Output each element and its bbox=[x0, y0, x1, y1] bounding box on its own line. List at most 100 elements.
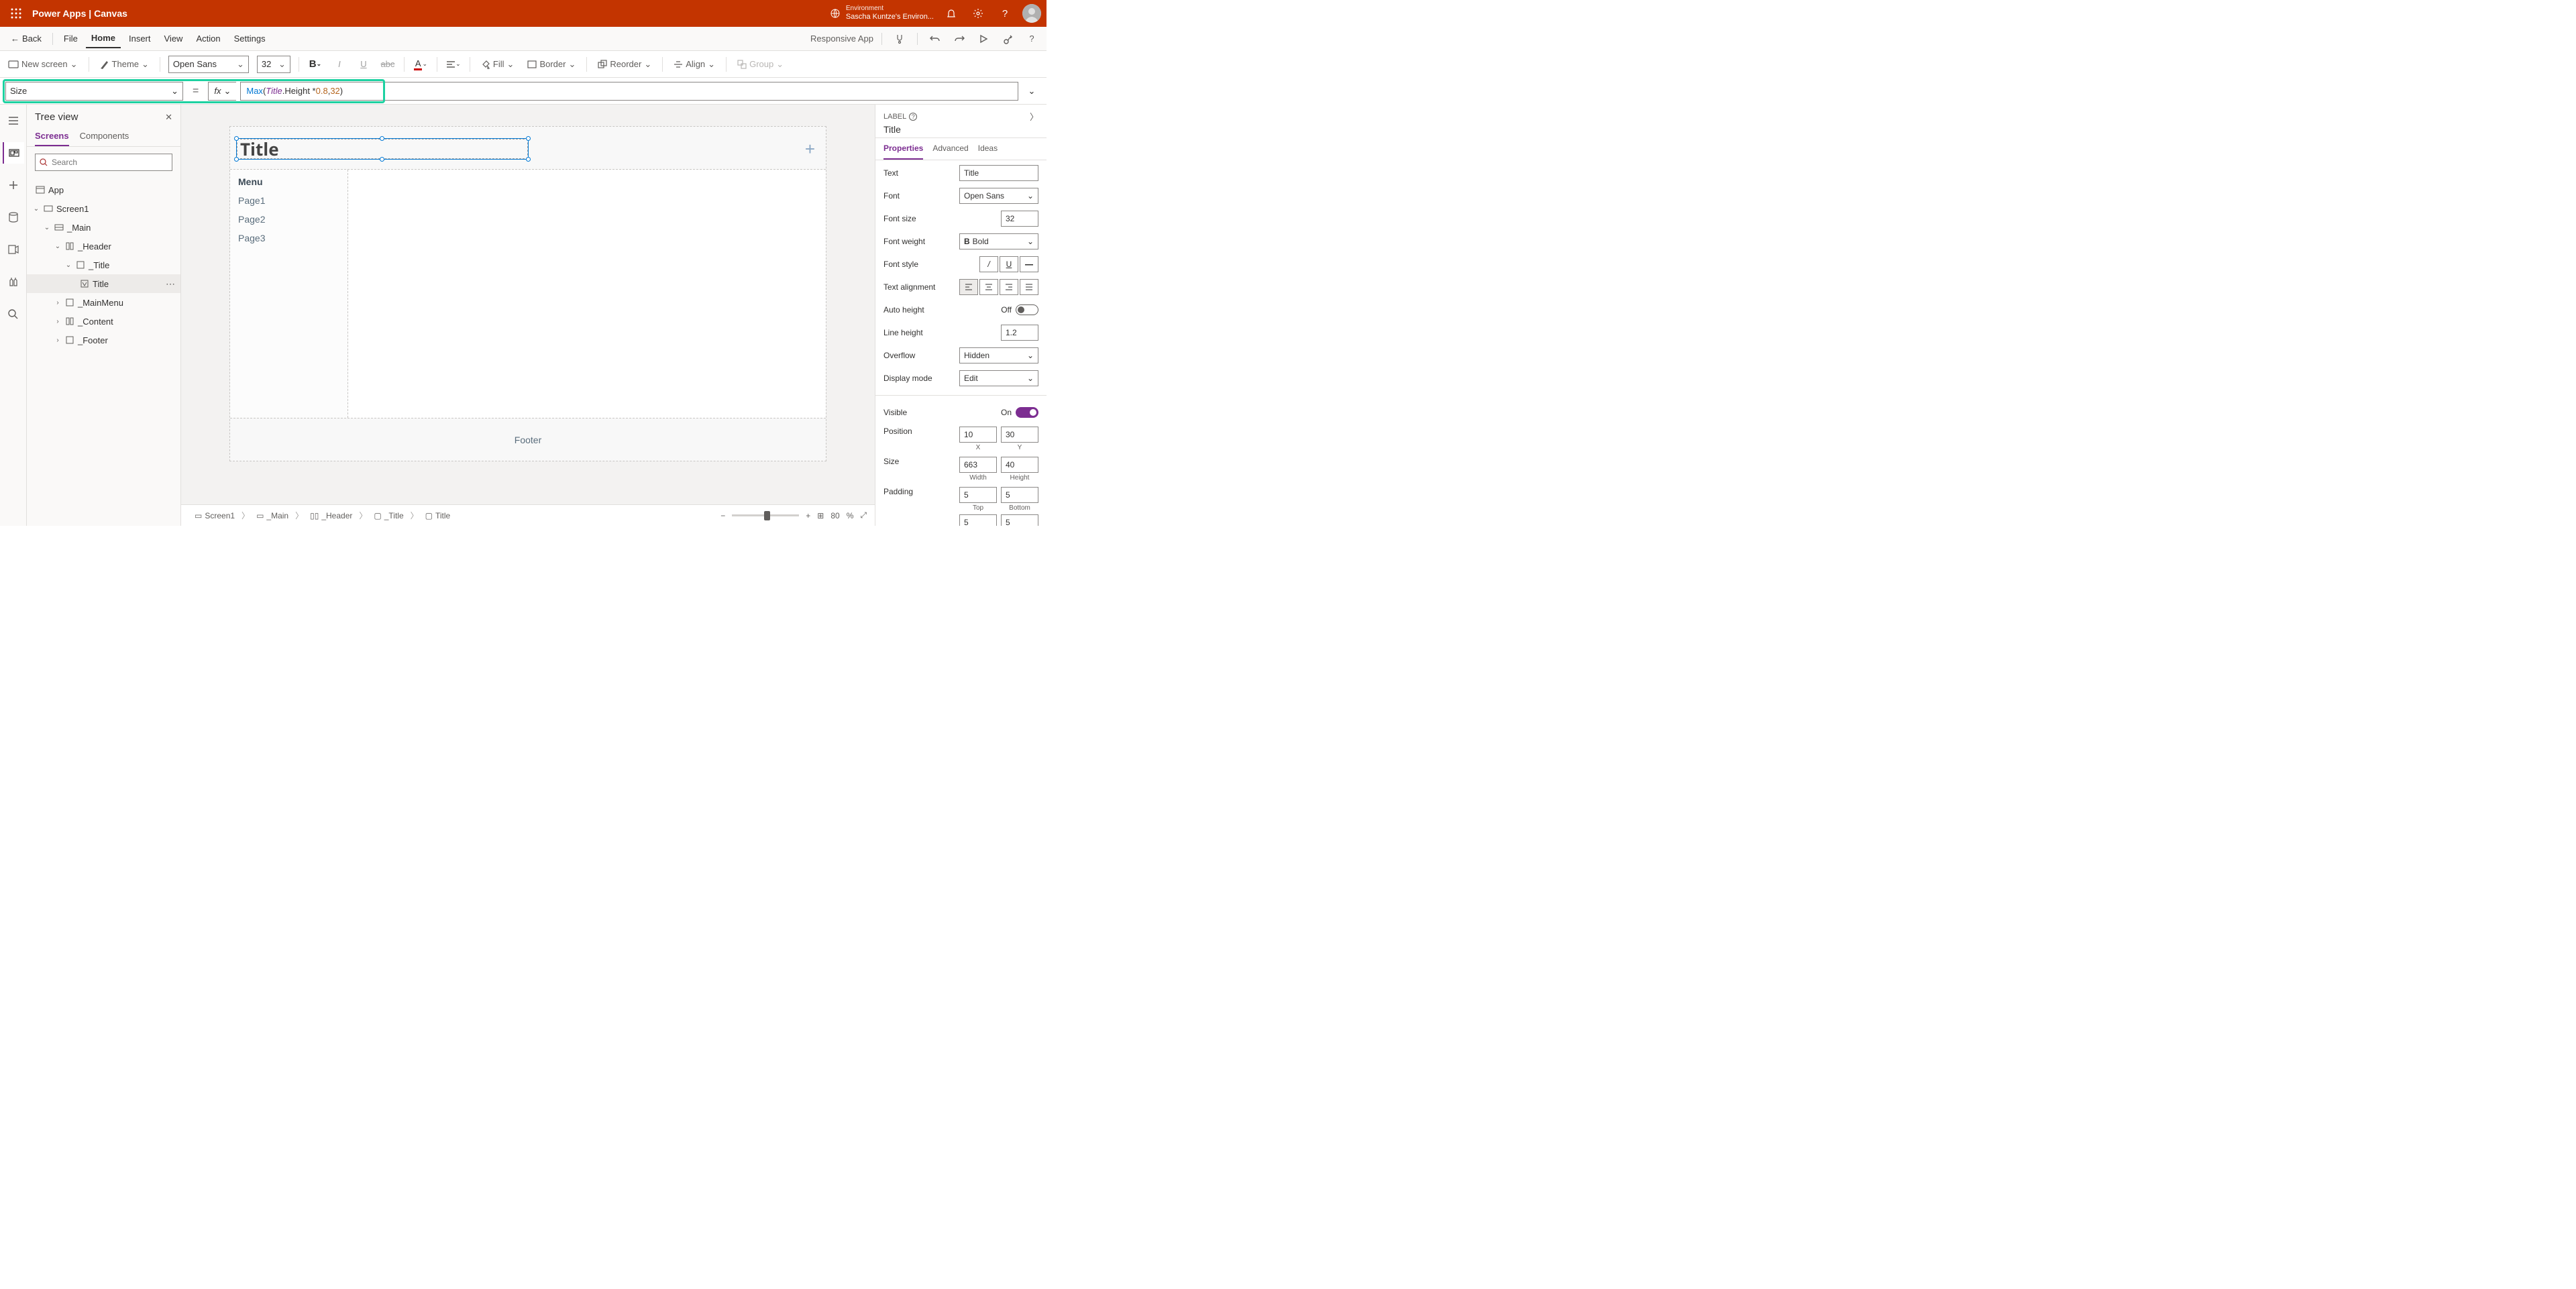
breadcrumb-item[interactable]: ▢_Title bbox=[368, 511, 409, 520]
breadcrumb-item[interactable]: ▭_Main bbox=[251, 511, 294, 520]
tree-search-input[interactable] bbox=[35, 154, 172, 171]
strike-toggle[interactable]: — bbox=[1020, 256, 1038, 272]
menu-home[interactable]: Home bbox=[86, 29, 121, 48]
menu-container[interactable]: Menu Page1 Page2 Page3 bbox=[230, 170, 348, 418]
back-button[interactable]: ← Back bbox=[5, 34, 47, 44]
border-button[interactable]: Border ⌄ bbox=[525, 56, 578, 72]
settings-icon[interactable] bbox=[969, 4, 987, 23]
size-w-input[interactable]: 663 bbox=[959, 457, 997, 473]
fit-button[interactable]: ⊞ bbox=[817, 511, 824, 520]
size-h-input[interactable]: 40 bbox=[1001, 457, 1038, 473]
media-icon[interactable] bbox=[3, 239, 24, 260]
notifications-icon[interactable] bbox=[942, 4, 961, 23]
content-container[interactable] bbox=[348, 170, 826, 418]
insert-icon[interactable] bbox=[3, 174, 24, 196]
tree-mainmenu[interactable]: › _MainMenu bbox=[27, 293, 180, 312]
pad-bottom-input[interactable]: 5 bbox=[1001, 487, 1038, 503]
autoheight-toggle[interactable] bbox=[1016, 304, 1038, 315]
menu-action[interactable]: Action bbox=[191, 30, 225, 48]
tree-content[interactable]: › _Content bbox=[27, 312, 180, 331]
align-button[interactable]: Align ⌄ bbox=[671, 56, 718, 72]
screen-preview[interactable]: Title + Menu Page1 bbox=[229, 126, 826, 461]
tree-header-item[interactable]: ⌄ _Header bbox=[27, 237, 180, 256]
align-right-button[interactable] bbox=[1000, 279, 1018, 295]
tab-screens[interactable]: Screens bbox=[35, 127, 69, 146]
help-icon[interactable]: ? bbox=[1022, 30, 1041, 48]
footer-container[interactable]: Footer bbox=[230, 418, 826, 461]
theme-button[interactable]: Theme ⌄ bbox=[97, 56, 152, 72]
reorder-button[interactable]: Reorder ⌄ bbox=[595, 56, 654, 72]
prop-displaymode-select[interactable]: Edit bbox=[959, 370, 1038, 386]
text-align-button[interactable]: ⌄ bbox=[445, 60, 462, 68]
checker-icon[interactable] bbox=[890, 30, 909, 48]
formula-input[interactable]: Max(Title.Height * 0.8, 32) bbox=[240, 82, 1018, 101]
title-label[interactable]: Title bbox=[240, 137, 279, 161]
align-center-button[interactable] bbox=[979, 279, 998, 295]
breadcrumb-item[interactable]: ▯▯_Header bbox=[305, 511, 358, 520]
data-icon[interactable] bbox=[3, 207, 24, 228]
strikethrough-button[interactable]: abc bbox=[380, 59, 396, 69]
menu-item[interactable]: Page1 bbox=[230, 191, 347, 210]
redo-icon[interactable] bbox=[950, 30, 969, 48]
share-icon[interactable] bbox=[998, 30, 1017, 48]
fx-button[interactable]: fx ⌄ bbox=[208, 82, 236, 101]
zoom-out-button[interactable]: − bbox=[720, 511, 725, 520]
canvas-surface[interactable]: Title + Menu Page1 bbox=[181, 105, 875, 504]
play-icon[interactable] bbox=[974, 30, 993, 48]
menu-insert[interactable]: Insert bbox=[123, 30, 156, 48]
user-avatar[interactable] bbox=[1022, 4, 1041, 23]
undo-icon[interactable] bbox=[926, 30, 945, 48]
menu-settings[interactable]: Settings bbox=[229, 30, 271, 48]
tab-properties[interactable]: Properties bbox=[883, 138, 923, 160]
prop-fontweight-select[interactable]: BBold bbox=[959, 233, 1038, 249]
prop-text-input[interactable]: Title bbox=[959, 165, 1038, 181]
breadcrumb-item[interactable]: ▭Screen1 bbox=[189, 511, 240, 520]
hamburger-icon[interactable] bbox=[3, 110, 24, 131]
prop-lineheight-input[interactable]: 1.2 bbox=[1001, 325, 1038, 341]
zoom-slider[interactable] bbox=[732, 514, 799, 516]
info-icon[interactable]: ? bbox=[909, 113, 917, 121]
italic-button[interactable]: I bbox=[331, 59, 347, 69]
tree-title-container[interactable]: ⌄ _Title bbox=[27, 256, 180, 274]
tree-footer[interactable]: › _Footer bbox=[27, 331, 180, 349]
menu-item[interactable]: Page3 bbox=[230, 229, 347, 247]
zoom-thumb[interactable] bbox=[764, 511, 770, 520]
header-container[interactable]: Title + bbox=[230, 127, 826, 170]
font-select[interactable]: Open Sans bbox=[168, 56, 249, 73]
more-icon[interactable]: ⋯ bbox=[166, 278, 180, 290]
tab-components[interactable]: Components bbox=[80, 127, 129, 146]
prop-overflow-select[interactable]: Hidden bbox=[959, 347, 1038, 363]
align-left-button[interactable] bbox=[959, 279, 978, 295]
waffle-icon[interactable] bbox=[5, 8, 27, 19]
group-button[interactable]: Group ⌄ bbox=[735, 56, 786, 72]
menu-item[interactable]: Page2 bbox=[230, 210, 347, 229]
breadcrumb-item[interactable]: ▢Title bbox=[420, 511, 456, 520]
search-field[interactable] bbox=[52, 158, 168, 167]
underline-toggle[interactable]: U bbox=[1000, 256, 1018, 272]
italic-toggle[interactable]: / bbox=[979, 256, 998, 272]
bold-button[interactable]: B⌄ bbox=[307, 58, 323, 70]
tab-advanced[interactable]: Advanced bbox=[932, 138, 968, 160]
font-color-button[interactable]: A⌄ bbox=[413, 58, 429, 70]
add-icon[interactable]: + bbox=[805, 139, 815, 160]
pad-right-input[interactable]: 5 bbox=[1001, 514, 1038, 526]
new-screen-button[interactable]: New screen ⌄ bbox=[5, 56, 80, 72]
tree-app[interactable]: App bbox=[27, 180, 180, 199]
tree-view-icon[interactable] bbox=[3, 142, 24, 164]
search-icon[interactable] bbox=[3, 303, 24, 325]
environment-picker[interactable]: Environment Sascha Kuntze's Environ... bbox=[830, 5, 934, 21]
pad-left-input[interactable]: 5 bbox=[959, 514, 997, 526]
prop-font-select[interactable]: Open Sans bbox=[959, 188, 1038, 204]
menu-file[interactable]: File bbox=[58, 30, 83, 48]
tree-screen1[interactable]: ⌄ Screen1 bbox=[27, 199, 180, 218]
font-size-select[interactable]: 32 bbox=[257, 56, 290, 73]
expand-icon[interactable]: ⤢ bbox=[860, 510, 867, 520]
position-y-input[interactable]: 30 bbox=[1001, 427, 1038, 443]
expand-formula-button[interactable]: ⌄ bbox=[1022, 86, 1041, 97]
position-x-input[interactable]: 10 bbox=[959, 427, 997, 443]
visible-toggle[interactable] bbox=[1016, 407, 1038, 418]
fill-button[interactable]: Fill ⌄ bbox=[478, 56, 517, 72]
property-selector[interactable]: Size bbox=[5, 82, 183, 101]
align-justify-button[interactable] bbox=[1020, 279, 1038, 295]
tree-title-label[interactable]: Title ⋯ bbox=[27, 274, 180, 293]
